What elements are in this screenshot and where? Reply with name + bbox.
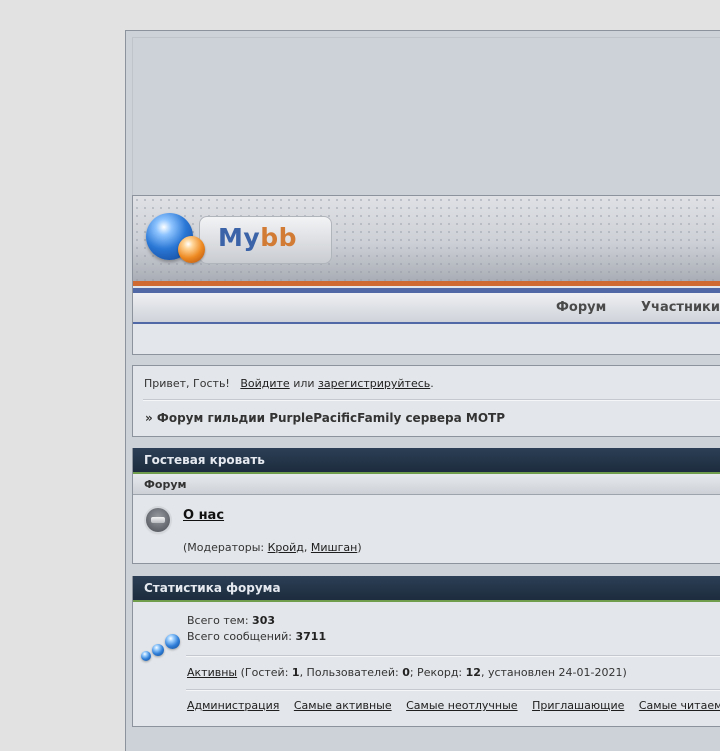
nav-members[interactable]: Участники xyxy=(641,300,720,315)
forum-header: Mybb Форум Участники xyxy=(132,195,720,355)
guests-value: 1 xyxy=(291,666,300,679)
login-link[interactable]: Войдите xyxy=(240,377,289,390)
link-most-read[interactable]: Самые читаем xyxy=(639,699,720,712)
moderator-link[interactable]: Кройд xyxy=(268,541,304,554)
header-banner: Mybb xyxy=(133,196,720,281)
category-title: Гостевая кровать xyxy=(144,453,265,467)
stats-title: Статистика форума xyxy=(144,581,281,595)
link-inviters[interactable]: Приглашающие xyxy=(532,699,624,712)
logo-bb: bb xyxy=(260,223,297,252)
ad-area xyxy=(132,37,720,195)
category-guest: Гостевая кровать Форум О нас (Модераторы… xyxy=(132,448,720,564)
greeting-text: Привет, Гость! xyxy=(144,377,230,390)
divider xyxy=(186,655,720,657)
moderators-line: (Модераторы: Кройд, Мишган) xyxy=(183,541,362,554)
guests-label: (Гостей: xyxy=(237,666,292,679)
register-link[interactable]: зарегистрируйтесь xyxy=(318,377,430,390)
moderators-separator: , xyxy=(303,541,311,554)
period: . xyxy=(430,377,434,390)
breadcrumb[interactable]: » Форум гильдии PurplePacificFamily серв… xyxy=(145,411,505,425)
record-label: ; Рекорд: xyxy=(409,666,466,679)
forum-title-link[interactable]: О нас xyxy=(183,508,224,523)
mybb-small-globe-icon xyxy=(178,236,205,263)
divider xyxy=(143,399,720,401)
welcome-panel: Привет, Гость! Войдите или зарегистрируй… xyxy=(132,365,720,437)
stats-ball-small xyxy=(141,651,151,661)
divider xyxy=(186,689,720,691)
nav-forum[interactable]: Форум xyxy=(556,300,606,315)
users-label: , Пользователей: xyxy=(299,666,403,679)
posts-value: 3711 xyxy=(295,630,327,643)
stats-header: Статистика форума xyxy=(133,576,720,602)
logo-text[interactable]: Mybb xyxy=(218,223,297,252)
main-nav: Форум Участники xyxy=(133,293,720,324)
total-topics: Всего тем: 303 xyxy=(187,614,275,627)
column-forum-label: Форум xyxy=(144,478,187,491)
logo-my: My xyxy=(218,223,261,252)
link-most-active[interactable]: Самые активные xyxy=(294,699,392,712)
logo-plate[interactable]: Mybb xyxy=(199,216,332,264)
total-posts: Всего сообщений: 3711 xyxy=(187,630,326,643)
header-stripe-orange xyxy=(133,281,720,286)
column-header: Форум xyxy=(133,474,720,495)
moderators-suffix: ) xyxy=(357,541,362,554)
active-link[interactable]: Активны xyxy=(187,666,237,679)
record-value: 12 xyxy=(465,666,481,679)
topics-label: Всего тем: xyxy=(187,614,253,627)
category-header: Гостевая кровать xyxy=(133,448,720,474)
topics-value: 303 xyxy=(252,614,276,627)
forum-read-icon xyxy=(146,508,170,532)
link-administration[interactable]: Администрация xyxy=(187,699,279,712)
or-text: или xyxy=(293,377,315,390)
moderator-link[interactable]: Мишган xyxy=(311,541,357,554)
greeting-line: Привет, Гость! Войдите или зарегистрируй… xyxy=(144,377,434,390)
moderators-prefix: (Модераторы: xyxy=(183,541,268,554)
link-most-present[interactable]: Самые неотлучные xyxy=(406,699,517,712)
record-date: , установлен 24-01-2021) xyxy=(480,666,627,679)
stats-ball-medium xyxy=(152,644,164,656)
stats-ball-large xyxy=(165,634,180,649)
users-value: 0 xyxy=(402,666,410,679)
posts-label: Всего сообщений: xyxy=(187,630,296,643)
stats-links: Администрация Самые активные Самые неотл… xyxy=(187,699,720,712)
forum-stats: Статистика форума Всего тем: 303 Всего с… xyxy=(132,576,720,727)
active-users-line: Активны (Гостей: 1, Пользователей: 0; Ре… xyxy=(187,666,627,679)
